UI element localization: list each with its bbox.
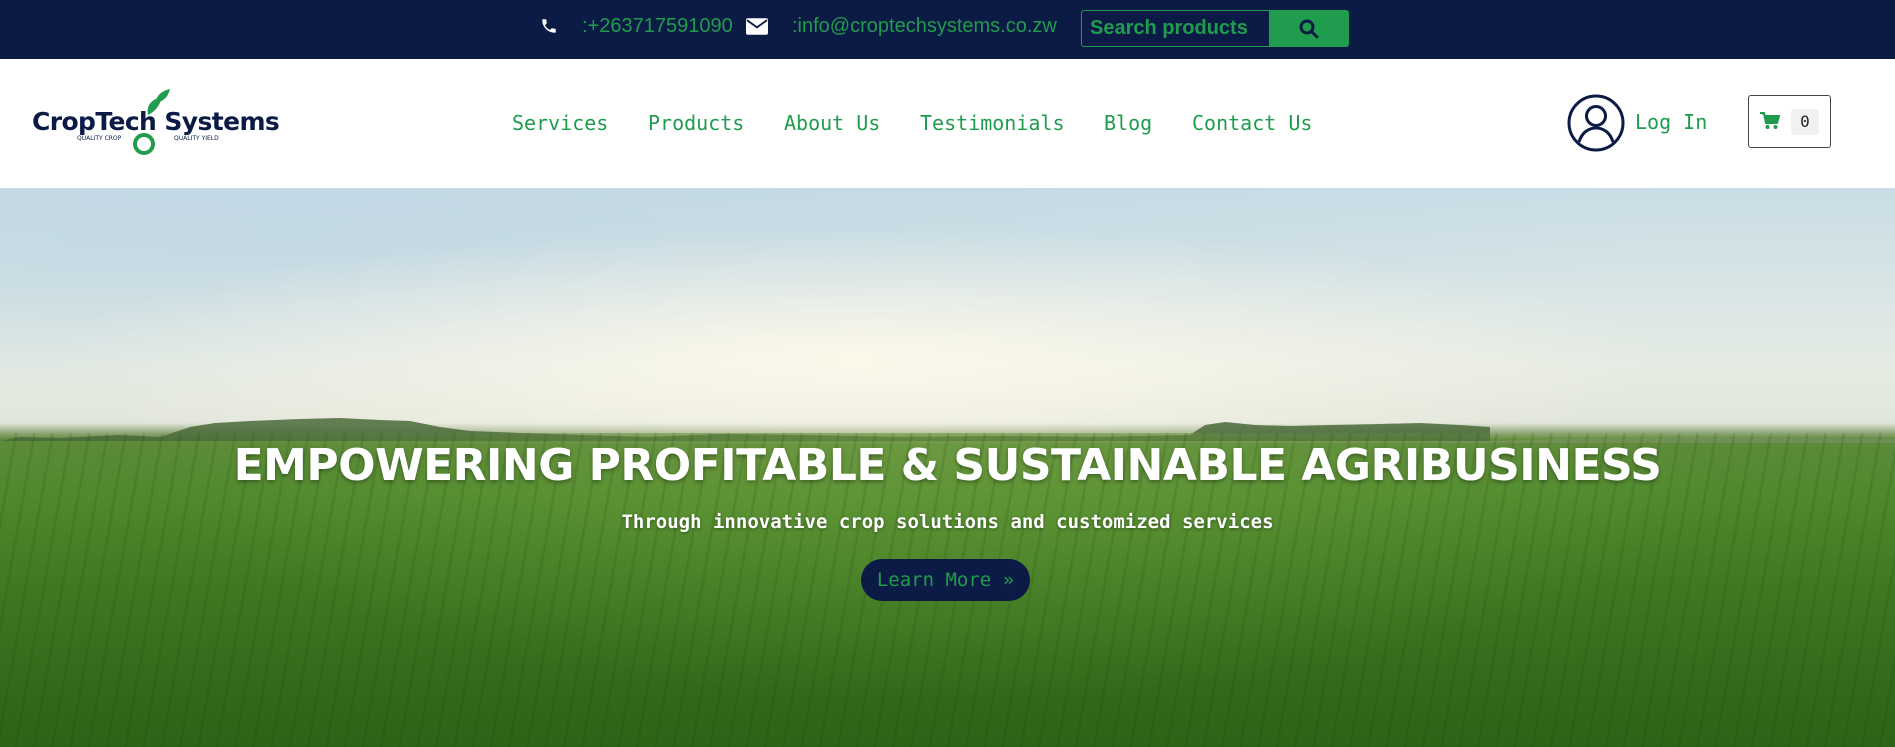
envelope-icon — [746, 18, 768, 35]
search-button[interactable] — [1269, 10, 1349, 47]
search-input[interactable] — [1081, 10, 1270, 47]
hero-banner: EMPOWERING PROFITABLE & SUSTAINABLE AGRI… — [0, 188, 1895, 747]
phone-icon — [542, 19, 556, 33]
nav-blog[interactable]: Blog — [1104, 111, 1152, 135]
hero-subtitle: Through innovative crop solutions and cu… — [621, 511, 1274, 533]
cart-count-badge: 0 — [1791, 109, 1819, 135]
user-circle-icon — [1567, 94, 1625, 152]
brand-name: CropTech Systems — [32, 107, 280, 136]
search-icon — [1299, 19, 1319, 39]
nav-products[interactable]: Products — [648, 111, 744, 135]
cart-button[interactable]: 0 — [1748, 95, 1831, 148]
hero-sky-image — [0, 188, 1895, 433]
learn-more-button[interactable]: Learn More » — [861, 559, 1030, 601]
top-bar: :+263717591090 :info@croptechsystems.co.… — [0, 0, 1895, 59]
nav-contact-us[interactable]: Contact Us — [1192, 111, 1312, 135]
brand-tagline-left: QUALITY CROP — [77, 135, 122, 142]
nav-about-us[interactable]: About Us — [784, 111, 880, 135]
brand-tagline-right: QUALITY YIELD — [174, 135, 219, 142]
main-navbar: CropTech Systems QUALITY CROP QUALITY YI… — [0, 59, 1895, 188]
nav-services[interactable]: Services — [512, 111, 608, 135]
hero-title: EMPOWERING PROFITABLE & SUSTAINABLE AGRI… — [233, 440, 1662, 491]
nav-testimonials[interactable]: Testimonials — [920, 111, 1065, 135]
contact-phone[interactable]: :+263717591090 — [582, 15, 733, 38]
contact-email[interactable]: :info@croptechsystems.co.zw — [792, 15, 1057, 38]
brand-logo[interactable]: CropTech Systems QUALITY CROP QUALITY YI… — [32, 89, 280, 159]
logo-ring-icon — [133, 133, 155, 155]
login-label: Log In — [1635, 110, 1708, 134]
cart-icon — [1760, 112, 1780, 129]
